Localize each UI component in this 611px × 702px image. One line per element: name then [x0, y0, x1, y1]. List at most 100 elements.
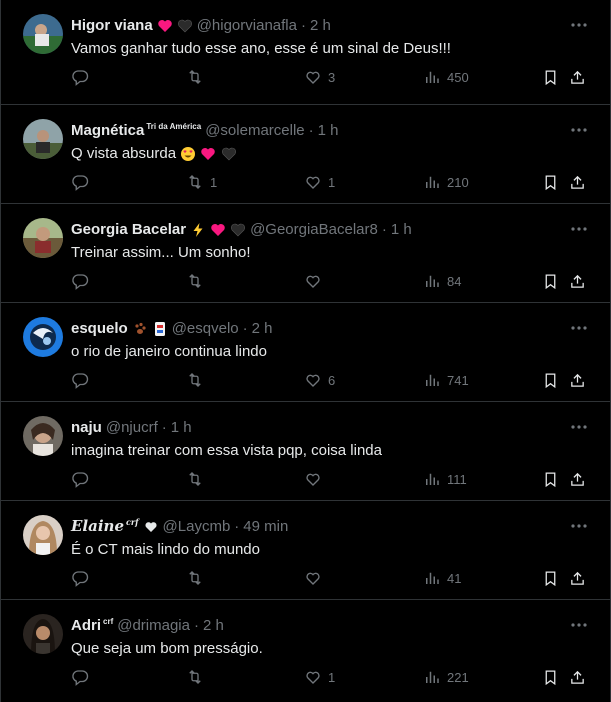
timestamp[interactable]: 2 h — [252, 320, 273, 337]
like-button[interactable]: 6 — [304, 369, 335, 391]
retweet-button[interactable] — [186, 666, 210, 688]
tweet[interactable]: esquelo @esqvelo · 2 h o rio de janeiro … — [1, 303, 610, 402]
avatar[interactable] — [23, 416, 63, 456]
views-button[interactable]: 210 — [423, 171, 469, 193]
user-handle[interactable]: @higorvianafla — [197, 17, 297, 34]
share-icon — [571, 373, 584, 387]
like-button[interactable]: 3 — [304, 66, 335, 88]
views-button[interactable]: 84 — [423, 270, 461, 292]
user-handle[interactable]: @solemarcelle — [205, 122, 304, 139]
timestamp[interactable]: 2 h — [310, 17, 331, 34]
retweet-button[interactable] — [186, 66, 210, 88]
bookmark-button[interactable] — [542, 666, 559, 688]
tweet[interactable]: Georgia Bacelar @GeorgiaBacelar8 · 1 h T… — [1, 204, 610, 303]
tweet[interactable]: Higor viana @higorvianafla · 2 h Vamos g… — [1, 0, 610, 105]
tweet[interactable]: Magnética Tri da América @solemarcelle · … — [1, 105, 610, 204]
display-name[interactable]: Georgia Bacelar — [71, 221, 186, 238]
more-options-icon[interactable] — [570, 420, 588, 434]
reply-button[interactable] — [71, 171, 95, 193]
timestamp[interactable]: 1 h — [171, 419, 192, 436]
like-icon — [306, 275, 320, 288]
display-name[interactable]: naju — [71, 419, 102, 436]
timestamp[interactable]: 2 h — [203, 617, 224, 634]
user-handle[interactable]: @drimagia — [117, 617, 190, 634]
tweet-text: Q vista absurda — [71, 145, 237, 162]
views-button[interactable]: 41 — [423, 567, 461, 589]
retweet-button[interactable] — [186, 369, 210, 391]
user-handle[interactable]: @Laycmb — [163, 518, 231, 535]
timestamp[interactable]: 1 h — [391, 221, 412, 238]
retweet-button[interactable] — [186, 270, 210, 292]
views-icon — [426, 71, 439, 83]
avatar[interactable] — [23, 317, 63, 357]
user-handle[interactable]: @esqvelo — [172, 320, 239, 337]
bookmark-button[interactable] — [542, 270, 559, 292]
reply-button[interactable] — [71, 270, 95, 292]
display-name[interactable]: Adri crf — [71, 617, 113, 634]
reply-button[interactable] — [71, 468, 95, 490]
tweet[interactable]: Adri crf @drimagia · 2 h Que seja um bom … — [1, 600, 610, 699]
separator: · — [308, 121, 314, 139]
like-button[interactable] — [304, 567, 328, 589]
more-options-icon[interactable] — [570, 222, 588, 236]
like-button[interactable]: 1 — [304, 171, 335, 193]
retweet-icon — [189, 70, 201, 84]
retweet-button[interactable]: 1 — [186, 171, 217, 193]
share-button[interactable] — [569, 66, 586, 88]
display-name[interactable]: Higor viana — [71, 17, 153, 34]
timestamp[interactable]: 49 min — [243, 518, 288, 535]
avatar[interactable] — [23, 218, 63, 258]
more-options-icon[interactable] — [570, 321, 588, 335]
reply-button[interactable] — [71, 567, 95, 589]
user-handle[interactable]: @njucrf — [106, 419, 158, 436]
share-button[interactable] — [569, 369, 586, 391]
views-button[interactable]: 221 — [423, 666, 469, 688]
tweet[interactable]: Elaine crf @Laycmb · 49 min É o CT mais l… — [1, 501, 610, 600]
share-button[interactable] — [569, 666, 586, 688]
views-icon — [426, 473, 439, 485]
like-button[interactable] — [304, 270, 328, 292]
bookmark-button[interactable] — [542, 66, 559, 88]
share-button[interactable] — [569, 171, 586, 193]
bookmark-button[interactable] — [542, 567, 559, 589]
share-button[interactable] — [569, 468, 586, 490]
bookmark-button[interactable] — [542, 171, 559, 193]
more-options-icon[interactable] — [570, 123, 588, 137]
bookmark-button[interactable] — [542, 369, 559, 391]
more-options-icon[interactable] — [570, 618, 588, 632]
reply-button[interactable] — [71, 666, 95, 688]
like-button[interactable] — [304, 468, 328, 490]
avatar[interactable] — [23, 14, 63, 54]
views-button[interactable]: 741 — [423, 369, 469, 391]
reply-icon — [72, 373, 89, 389]
separator: · — [161, 418, 167, 436]
like-button[interactable]: 1 — [304, 666, 335, 688]
bookmark-button[interactable] — [542, 468, 559, 490]
avatar[interactable] — [23, 119, 63, 159]
share-icon — [571, 175, 584, 189]
tweet-text: Que seja um bom presságio. — [71, 640, 263, 657]
reply-icon — [72, 175, 89, 191]
avatar[interactable] — [23, 515, 63, 555]
avatar[interactable] — [23, 614, 63, 654]
views-button[interactable]: 111 — [423, 468, 467, 490]
display-name[interactable]: Magnética Tri da América — [71, 122, 201, 139]
share-button[interactable] — [569, 567, 586, 589]
timestamp[interactable]: 1 h — [318, 122, 339, 139]
tweet-text: É o CT mais lindo do mundo — [71, 541, 260, 558]
paw-prints-icon — [132, 319, 148, 336]
action-bar: 1 1 210 — [71, 171, 586, 193]
retweet-button[interactable] — [186, 567, 210, 589]
user-handle[interactable]: @GeorgiaBacelar8 — [250, 221, 378, 238]
reply-button[interactable] — [71, 369, 95, 391]
more-options-icon[interactable] — [570, 18, 588, 32]
display-name[interactable]: esquelo — [71, 320, 128, 337]
tweet[interactable]: naju @njucrf · 1 h imagina treinar com e… — [1, 402, 610, 501]
retweet-button[interactable] — [186, 468, 210, 490]
share-button[interactable] — [569, 270, 586, 292]
views-button[interactable]: 450 — [423, 66, 469, 88]
display-name[interactable]: Elaine crf — [71, 517, 139, 535]
bookmark-icon — [545, 69, 556, 85]
reply-button[interactable] — [71, 66, 95, 88]
more-options-icon[interactable] — [570, 519, 588, 533]
